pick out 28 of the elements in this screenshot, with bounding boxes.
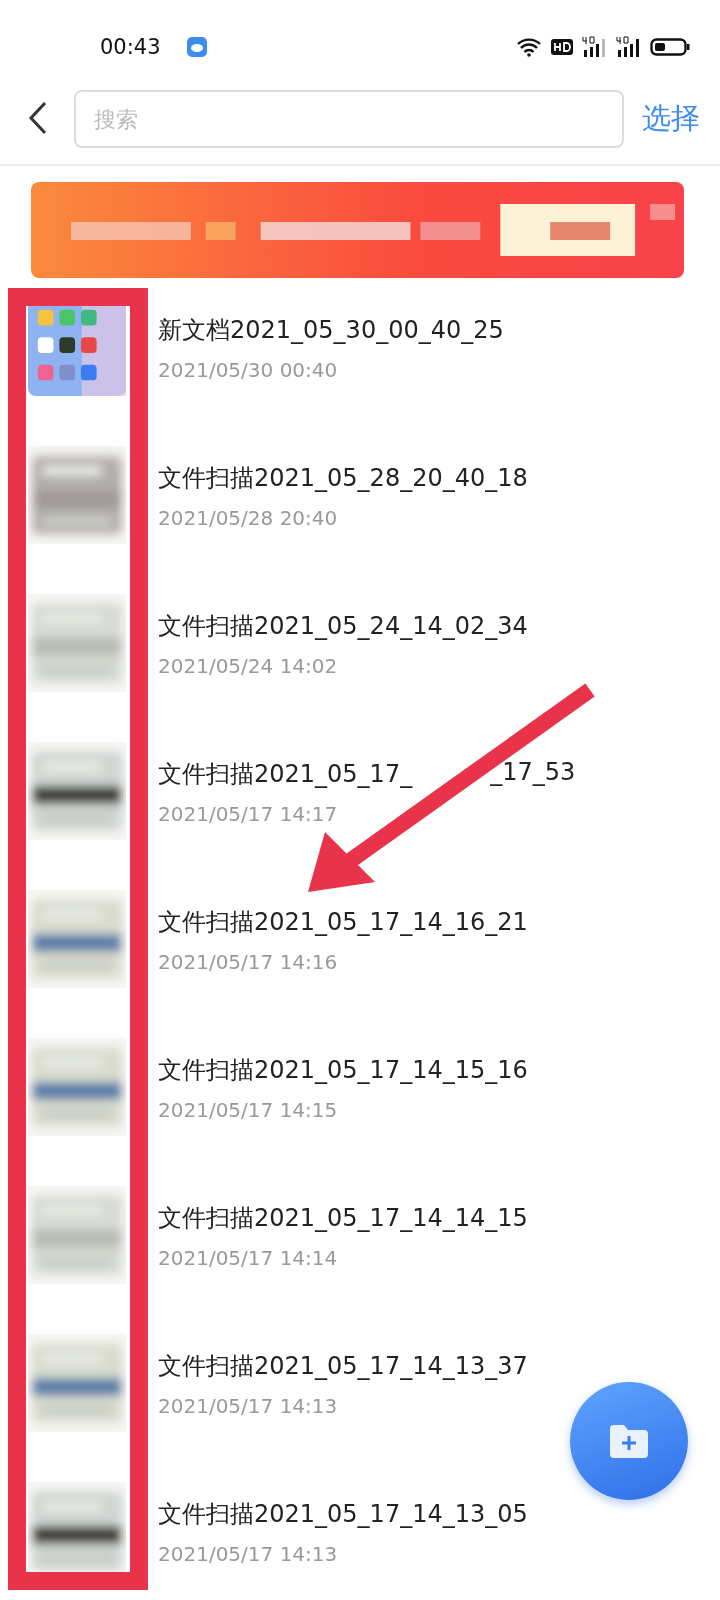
signal-icon [582,36,608,58]
file-date: 2021/05/17 14:15 [158,1098,339,1122]
file-date: 2021/05/17 14:17 [158,802,339,826]
file-name[interactable]: 文件扫描2021_05_24_14_02_34 [158,610,528,642]
file-name[interactable]: 文件扫描2021_05_17_14_13_37 [158,1350,528,1382]
hd-icon [550,37,574,57]
file-date: 2021/05/17 14:14 [158,1246,339,1270]
file-name[interactable]: _17_53 [490,758,576,790]
new-folder-button[interactable] [570,1382,688,1500]
file-date: 2021/05/24 14:02 [158,654,339,678]
file-date: 2021/05/17 14:13 [158,1394,339,1418]
file-name[interactable]: 新文档2021_05_30_00_40_25 [158,314,504,346]
file-date: 2021/05/30 00:40 [158,358,339,382]
file-name[interactable]: 文件扫描2021_05_17_14_13_05 [158,1498,528,1530]
file-date: 2021/05/28 20:40 [158,506,339,530]
file-name[interactable]: 文件扫描2021_05_17_ [158,758,413,790]
battery-icon [650,37,690,57]
cloud-icon [186,37,207,57]
file-date: 2021/05/17 14:13 [158,1542,339,1566]
file-name[interactable]: 文件扫描2021_05_17_14_16_21 [158,906,528,938]
file-name[interactable]: 文件扫描2021_05_28_20_40_18 [158,462,528,494]
search-field[interactable]: 搜索 [74,90,624,148]
file-name[interactable]: 文件扫描2021_05_17_14_15_16 [158,1054,528,1086]
file-date: 2021/05/17 14:16 [158,950,339,974]
signal-icon [616,36,642,58]
wifi-icon [516,37,542,57]
file-name[interactable]: 文件扫描2021_05_17_14_14_15 [158,1202,528,1234]
status-time: 00:43 [100,35,161,59]
